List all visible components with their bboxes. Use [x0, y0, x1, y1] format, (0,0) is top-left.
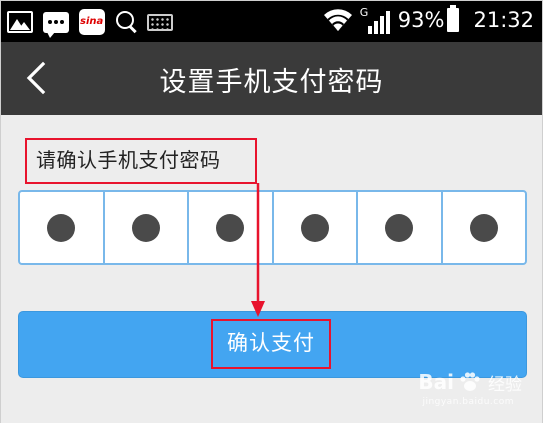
pin-dot [131, 213, 160, 242]
search-icon [115, 10, 137, 34]
annotation-arrow [251, 183, 265, 317]
message-icon [43, 11, 69, 38]
pin-digit [356, 192, 441, 263]
status-bar: sina G 93% 21:32 [1, 1, 542, 42]
wifi-icon [322, 7, 354, 33]
pin-dot [47, 213, 76, 242]
pin-digit [102, 192, 188, 263]
clock: 21:32 [473, 8, 534, 32]
pin-digit [20, 192, 103, 263]
baidu-watermark: Bai 经验 [418, 369, 522, 395]
sina-logo-text: sina [80, 16, 104, 27]
confirm-password-prompt: 请确认手机支付密码 [25, 138, 257, 184]
pin-dot [216, 213, 245, 242]
image-icon [7, 11, 33, 33]
pin-dot [300, 213, 329, 242]
battery-icon [447, 5, 460, 32]
pin-dot [385, 213, 414, 242]
battery-percent: 93% [397, 8, 445, 32]
keyboard-icon [147, 13, 173, 31]
watermark-url: jingyan.baidu.com [422, 397, 514, 407]
watermark-brand-left: Bai [418, 370, 454, 394]
pin-digit [440, 192, 526, 263]
page-title: 设置手机支付密码 [159, 67, 384, 98]
pin-input[interactable] [18, 190, 527, 265]
app-header: 设置手机支付密码 [1, 42, 542, 115]
confirm-pay-button-label[interactable]: 确认支付 [211, 319, 331, 369]
pin-dot [469, 213, 498, 242]
watermark-brand-right: 经验 [488, 374, 522, 395]
pin-digit [271, 192, 357, 263]
paw-icon [460, 372, 480, 391]
signal-icon: G [360, 6, 394, 34]
sina-app-icon: sina [79, 9, 105, 35]
